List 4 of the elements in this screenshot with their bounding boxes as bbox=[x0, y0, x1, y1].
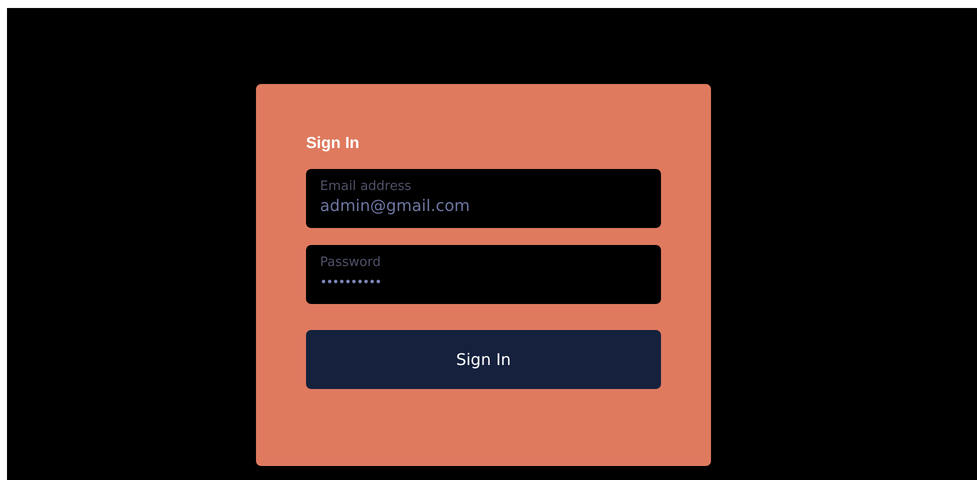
form-title: Sign In bbox=[306, 134, 360, 154]
password-field[interactable]: Password •••••••••• bbox=[306, 245, 661, 304]
sign-in-button[interactable]: Sign In bbox=[306, 330, 661, 389]
email-field[interactable]: Email address admin@gmail.com bbox=[306, 169, 661, 228]
